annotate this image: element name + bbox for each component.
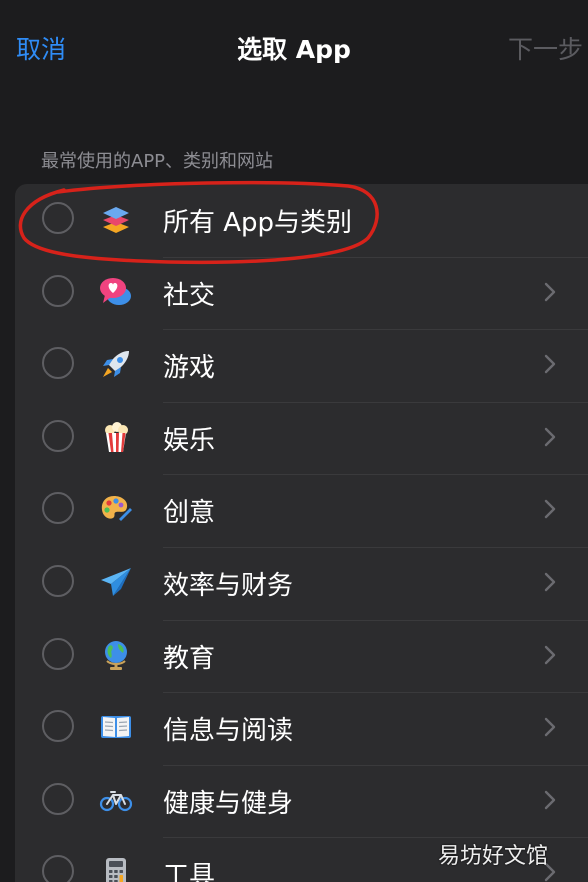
list-item-label: 效率与财务 bbox=[163, 570, 294, 601]
list-item-label: 创意 bbox=[163, 498, 216, 529]
chevron-right-icon bbox=[543, 790, 557, 810]
radio-button[interactable] bbox=[42, 347, 74, 380]
globe-icon bbox=[99, 638, 133, 672]
radio-button[interactable] bbox=[42, 782, 74, 815]
open-book-icon bbox=[99, 710, 133, 744]
list-item-education[interactable]: 教育 bbox=[15, 619, 588, 693]
speech-bubble-heart-icon bbox=[99, 275, 133, 309]
stack-layers-icon bbox=[99, 202, 133, 236]
section-header: 最常使用的APP、类别和网站 bbox=[41, 151, 274, 172]
bicycle-icon bbox=[99, 783, 133, 817]
list-item-label: 健康与健身 bbox=[163, 788, 294, 819]
list-item-label: 教育 bbox=[163, 643, 216, 674]
list-item-creativity[interactable]: 创意 bbox=[15, 474, 588, 547]
list-item-games[interactable]: 游戏 bbox=[15, 329, 588, 402]
list-item-label: 娱乐 bbox=[163, 425, 216, 456]
list-item-entertainment[interactable]: 娱乐 bbox=[15, 401, 588, 475]
list-item-social[interactable]: 社交 bbox=[15, 256, 588, 330]
chevron-right-icon bbox=[543, 717, 557, 737]
calculator-icon bbox=[99, 855, 133, 882]
chevron-right-icon bbox=[543, 282, 557, 302]
next-button[interactable]: 下一步 bbox=[508, 30, 583, 66]
radio-button[interactable] bbox=[42, 492, 74, 525]
list-item-label: 信息与阅读 bbox=[163, 716, 294, 747]
radio-button[interactable] bbox=[42, 710, 74, 743]
radio-button[interactable] bbox=[42, 419, 74, 452]
chevron-right-icon bbox=[543, 354, 557, 374]
category-list: 所有 App与类别 社交 游戏 娱乐 创意 效率与财务 教育 信息与阅读 健康与… bbox=[15, 184, 588, 882]
palette-icon bbox=[99, 492, 133, 526]
list-item-all-apps[interactable]: 所有 App与类别 bbox=[15, 184, 588, 257]
list-item-health-fitness[interactable]: 健康与健身 bbox=[15, 764, 588, 838]
radio-button[interactable] bbox=[42, 855, 74, 882]
navigation-bar: 取消 选取 App 下一步 bbox=[0, 0, 588, 100]
chevron-right-icon bbox=[543, 572, 557, 592]
chevron-right-icon bbox=[543, 427, 557, 447]
radio-button[interactable] bbox=[42, 637, 74, 670]
list-item-label: 工具 bbox=[163, 861, 216, 882]
list-item-label: 社交 bbox=[163, 280, 216, 311]
watermark: 易坊好文馆 bbox=[438, 844, 549, 869]
page-title: 选取 App bbox=[237, 35, 351, 64]
paper-plane-icon bbox=[99, 565, 133, 599]
list-item-label: 游戏 bbox=[163, 353, 216, 384]
radio-button[interactable] bbox=[42, 274, 74, 307]
chevron-right-icon bbox=[543, 499, 557, 519]
rocket-icon bbox=[99, 347, 133, 381]
list-item-productivity-finance[interactable]: 效率与财务 bbox=[15, 546, 588, 620]
radio-button[interactable] bbox=[42, 202, 74, 234]
screen: 取消 选取 App 下一步 最常使用的APP、类别和网站 所有 App与类别 社… bbox=[0, 0, 588, 882]
radio-button[interactable] bbox=[42, 564, 74, 597]
list-item-label: 所有 App与类别 bbox=[163, 208, 353, 238]
chevron-right-icon bbox=[543, 645, 557, 665]
popcorn-icon bbox=[99, 420, 133, 454]
list-item-information-reading[interactable]: 信息与阅读 bbox=[15, 692, 588, 765]
